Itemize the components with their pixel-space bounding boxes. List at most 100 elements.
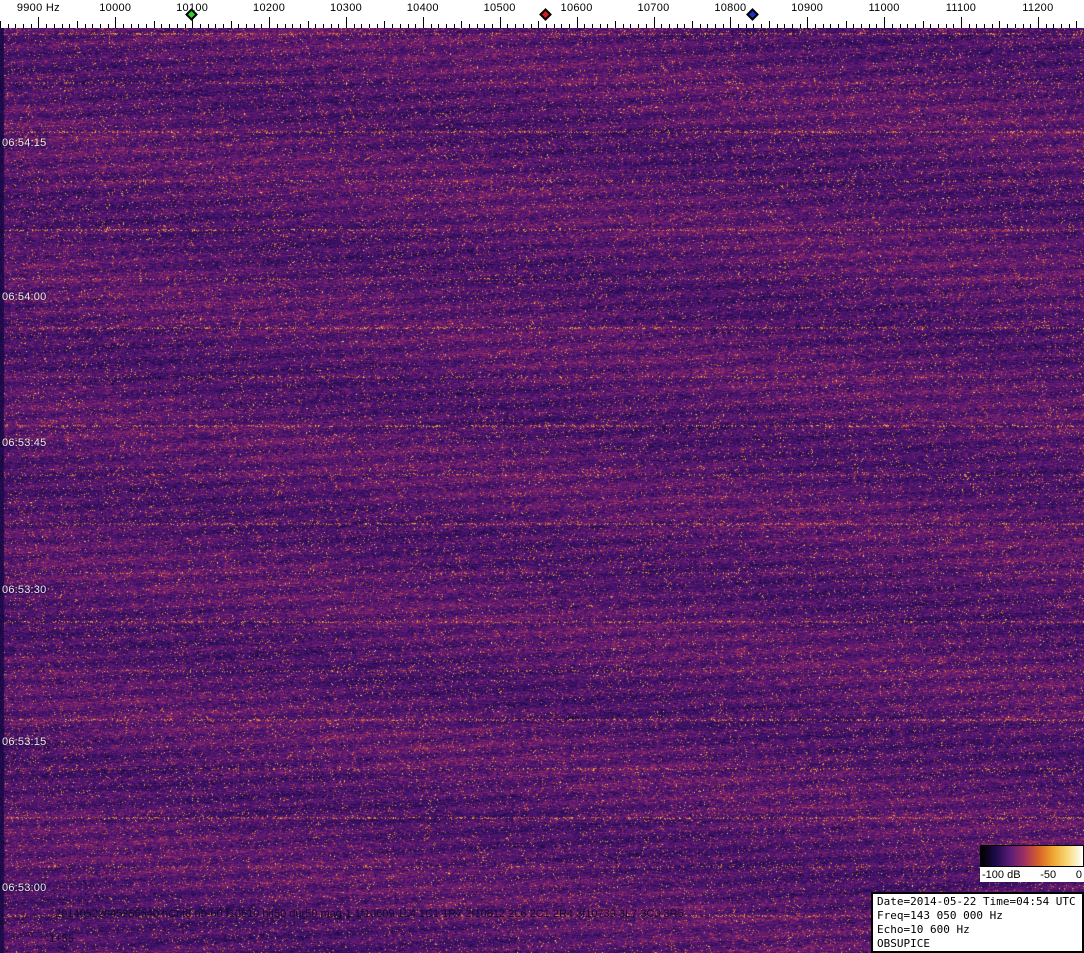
minor-tick [1053,24,1055,28]
red-marker-icon[interactable] [538,8,552,21]
major-tick [1037,17,1039,28]
minor-tick [361,24,363,28]
minor-tick [7,24,9,28]
minor-tick [1007,24,1009,28]
minor-tick [484,24,486,28]
minor-tick [507,24,509,28]
time-tick-label: 06:54:00 [2,291,47,303]
minor-tick [661,24,663,28]
minor-tick [745,24,747,28]
minor-tick [207,24,209,28]
minor-tick [768,21,770,28]
minor-tick [830,24,832,28]
minor-tick [776,24,778,28]
major-tick [884,17,886,28]
spectrogram-canvas[interactable] [0,28,1084,953]
minor-tick [199,24,201,28]
minor-tick [184,24,186,28]
time-tick-label: 06:53:00 [2,882,47,894]
major-tick [346,17,347,28]
blue-marker-icon[interactable] [746,8,760,21]
cursor-readout: ^1+55 [44,933,74,945]
minor-tick [861,24,862,28]
minor-tick [415,24,417,28]
minor-tick [876,24,878,28]
minor-tick [838,24,839,28]
minor-tick [953,24,955,28]
minor-tick [914,24,916,28]
major-tick [576,17,578,28]
minor-tick [369,24,370,28]
freq-tick-label: 10200 [253,2,286,14]
minor-tick [176,24,178,28]
frequency-ruler: 9900 Hz100001010010200103001040010500106… [0,0,1084,28]
time-tick-label: 06:53:15 [2,736,47,748]
minor-tick [1060,24,1062,28]
minor-tick [738,24,739,28]
minor-tick [23,24,25,28]
freq-tick-label: 9900 Hz [16,2,60,14]
major-tick [807,17,809,28]
minor-tick [822,24,824,28]
minor-tick [353,24,355,28]
freq-tick-label: 10500 [483,2,516,14]
minor-tick [1068,24,1070,28]
minor-tick [307,21,309,28]
minor-tick [53,24,55,28]
spectrogram-app-window: 9900 Hz100001010010200103001040010500106… [0,0,1084,953]
minor-tick [868,24,870,28]
minor-tick [784,24,786,28]
minor-tick [1014,24,1016,28]
minor-tick [146,24,148,28]
freq-tick-label: 10400 [406,2,439,14]
minor-tick [907,24,909,28]
minor-tick [545,24,547,28]
freq-tick-label: 10300 [329,2,363,14]
minor-tick [530,24,532,28]
minor-tick [991,24,993,28]
minor-tick [945,24,947,28]
minor-tick [622,24,624,28]
freq-tick-label: 10900 [791,2,824,14]
minor-tick [799,24,801,28]
legend-max-label: 0 [1075,868,1082,881]
minor-tick [492,24,493,28]
minor-tick [607,24,609,28]
minor-tick [592,24,593,28]
info-echo: Echo=10 600 Hz [877,923,970,936]
minor-tick [169,24,171,28]
legend-labels: -100 dB -50 0 [980,867,1084,882]
minor-tick [238,24,240,28]
minor-tick [61,24,63,28]
minor-tick [392,24,394,28]
minor-tick [761,24,763,28]
minor-tick [330,24,332,28]
minor-tick [138,24,140,28]
minor-tick [1076,21,1078,28]
major-tick [961,17,962,28]
minor-tick [261,24,263,28]
minor-tick [791,24,793,28]
time-tick-label: 06:54:15 [2,137,47,149]
minor-tick [538,21,540,28]
minor-tick [99,24,101,28]
minor-tick [123,24,124,28]
major-tick [422,17,424,28]
freq-tick-label: 11000 [868,2,900,14]
minor-tick [69,24,71,28]
minor-tick [30,24,32,28]
minor-tick [722,24,724,28]
freq-tick-label: 10800 [714,2,747,14]
minor-tick [84,24,86,28]
minor-tick [691,21,693,28]
time-tick-label: 06:53:45 [2,437,47,449]
minor-tick [223,24,224,28]
minor-tick [299,24,301,28]
minor-tick [15,24,17,28]
minor-tick [1022,24,1024,28]
minor-tick [315,24,317,28]
freq-tick-label: 10600 [560,2,593,14]
freq-tick-label: 11200 [1022,2,1054,14]
minor-tick [522,24,524,28]
minor-tick [76,21,78,28]
